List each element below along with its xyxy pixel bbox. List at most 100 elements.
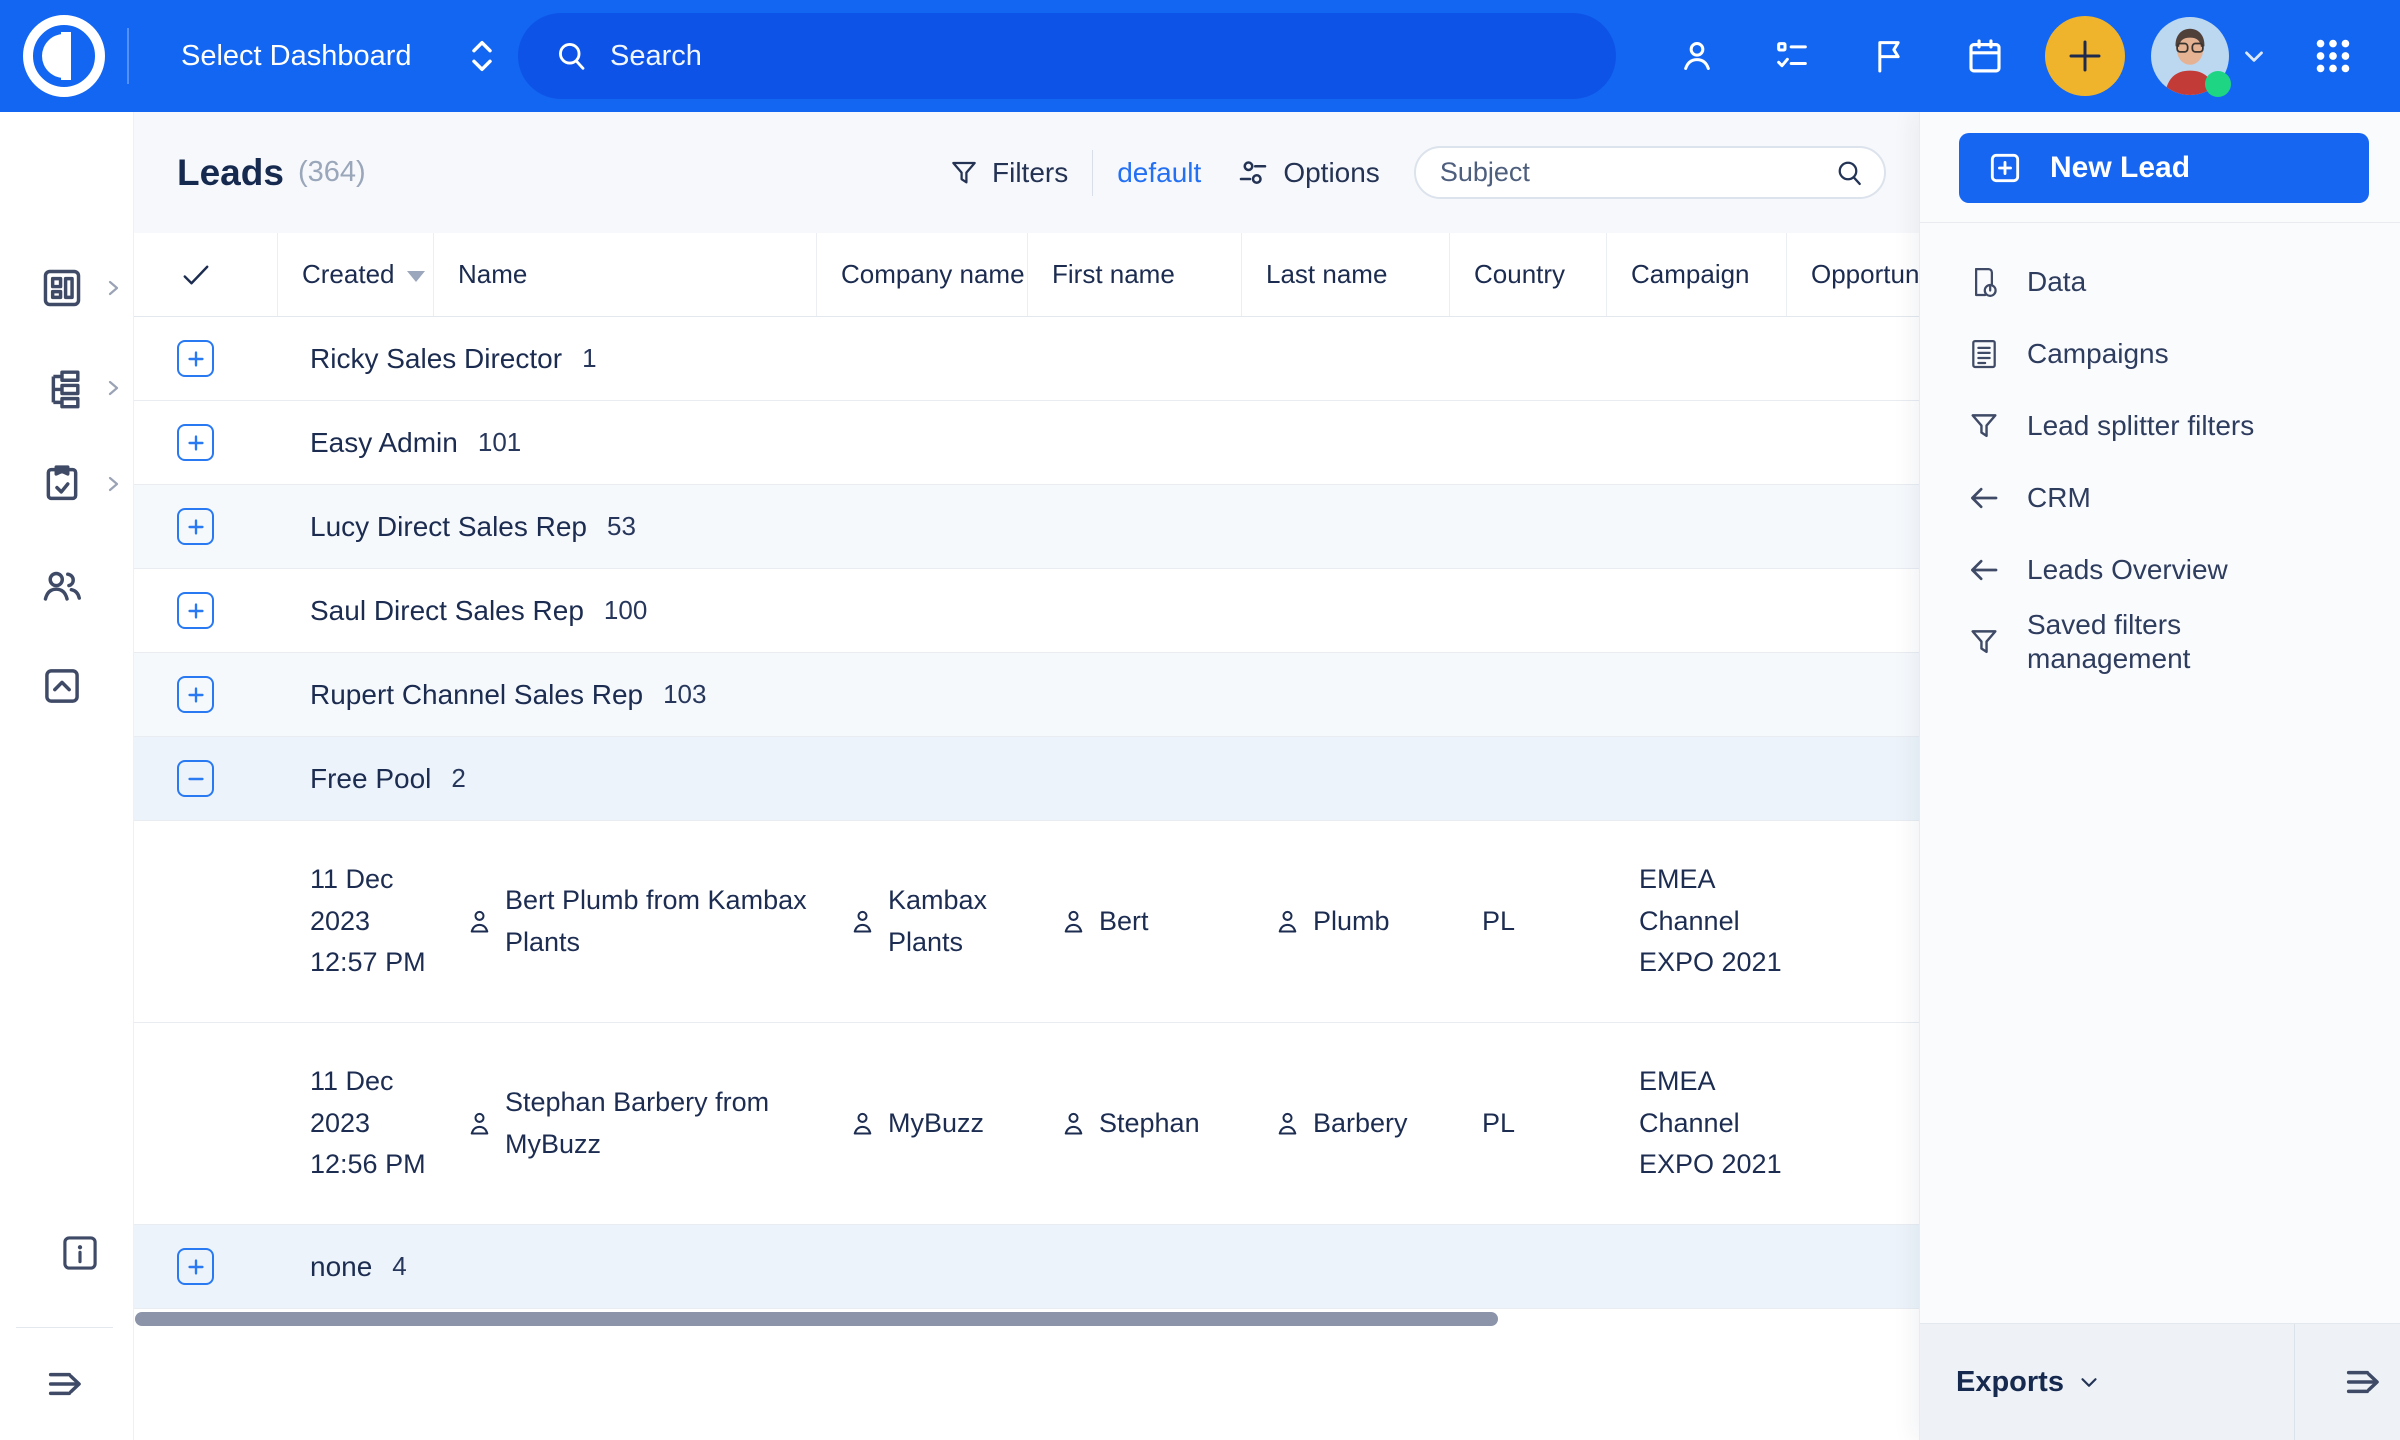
group-count: 1	[582, 343, 596, 374]
group-count: 4	[392, 1251, 406, 1282]
plus-icon	[185, 1256, 207, 1278]
goals-button[interactable]	[1869, 0, 1909, 112]
group-count: 103	[663, 679, 706, 710]
topbar-divider	[127, 28, 129, 84]
expand-group-button[interactable]	[177, 592, 214, 629]
column-header-first-name[interactable]: First name	[1028, 233, 1242, 316]
global-search[interactable]	[518, 13, 1616, 99]
exports-button[interactable]: Exports	[1956, 1366, 2102, 1399]
cell-name: Bert Plumb from Kambax Plants	[434, 880, 817, 964]
new-lead-label: New Lead	[2050, 151, 2190, 185]
grid-icon	[2310, 33, 2356, 79]
plus-icon	[185, 684, 207, 706]
plus-square-icon	[1986, 149, 2024, 187]
apps-grid-button[interactable]	[2310, 0, 2356, 112]
info-button[interactable]	[57, 1230, 103, 1276]
cell-first-name: Stephan	[1028, 1103, 1242, 1145]
sidebar-expand-button[interactable]	[42, 1361, 88, 1407]
sidebar-item-tasks[interactable]	[39, 461, 85, 507]
group-count: 101	[478, 427, 521, 458]
search-icon	[554, 38, 590, 74]
leads-count: (364)	[298, 156, 366, 189]
info-icon	[57, 1230, 103, 1276]
expand-group-button[interactable]	[177, 508, 214, 545]
sidebar-chevron-structure[interactable]	[103, 378, 123, 398]
expand-group-button[interactable]	[177, 676, 214, 713]
minus-icon	[185, 768, 207, 790]
collapse-group-button[interactable]	[177, 760, 214, 797]
cell-campaign: EMEA Channel EXPO 2021	[1607, 859, 1787, 985]
expand-group-button[interactable]	[177, 1248, 214, 1285]
group-row[interactable]: Easy Admin101	[134, 401, 1919, 485]
person-icon	[1274, 1109, 1301, 1138]
panel-collapse-button[interactable]	[2324, 1324, 2400, 1440]
horizontal-scrollbar[interactable]	[135, 1312, 1498, 1326]
panel-item-lead-splitter-filters[interactable]: Lead splitter filters	[1967, 390, 2367, 462]
chevron-down-icon	[2239, 41, 2269, 71]
group-row[interactable]: Lucy Direct Sales Rep53	[134, 485, 1919, 569]
sidebar-item-structure[interactable]	[39, 365, 85, 411]
sidebar-item-dashboards[interactable]	[39, 265, 85, 311]
check-icon	[178, 257, 214, 293]
contacts-button[interactable]	[1677, 0, 1717, 112]
panel-item-campaigns[interactable]: Campaigns	[1967, 318, 2367, 390]
column-header-name[interactable]: Name	[434, 233, 817, 316]
panel-item-crm[interactable]: CRM	[1967, 462, 2367, 534]
group-count: 53	[607, 511, 636, 542]
options-button[interactable]: Options	[1283, 157, 1380, 189]
dashboard-selector[interactable]: Select Dashboard	[181, 0, 498, 112]
sliders-icon	[1235, 155, 1271, 191]
column-header-company-name[interactable]: Company name	[817, 233, 1028, 316]
sidebar-item-archive[interactable]	[39, 663, 85, 709]
cell-company-name: MyBuzz	[817, 1103, 1028, 1145]
tasks-button[interactable]	[1772, 0, 1812, 112]
panel-item-data[interactable]: Data	[1967, 246, 2367, 318]
group-row[interactable]: Ricky Sales Director1	[134, 317, 1919, 401]
filterbar-divider	[1092, 150, 1093, 196]
panel-item-saved-filters-management[interactable]: Saved filters management	[1967, 606, 2367, 678]
cell-first-name: Bert	[1028, 901, 1242, 943]
chevron-down-icon	[2076, 1369, 2102, 1395]
cell-country: PL	[1450, 1103, 1607, 1145]
search-icon[interactable]	[1834, 157, 1866, 189]
person-icon	[1677, 36, 1717, 76]
expand-group-button[interactable]	[177, 340, 214, 377]
user-avatar[interactable]	[2151, 17, 2229, 95]
sidebar-chevron-tasks[interactable]	[103, 474, 123, 494]
group-row[interactable]: Free Pool2	[134, 737, 1919, 821]
avatar-menu-chevron[interactable]	[2239, 0, 2269, 112]
expand-group-button[interactable]	[177, 424, 214, 461]
top-bar: Select Dashboard	[0, 0, 2400, 112]
new-lead-button[interactable]: New Lead	[1959, 133, 2369, 203]
chevron-right-icon	[103, 278, 123, 298]
sidebar-chevron-dashboards[interactable]	[103, 278, 123, 298]
data-icon	[1967, 264, 2003, 300]
column-header-campaign[interactable]: Campaign	[1607, 233, 1787, 316]
filters-button[interactable]: Filters	[992, 157, 1068, 189]
group-row[interactable]: none4	[134, 1225, 1919, 1309]
cell-created: 11 Dec 2023 12:57 PM	[278, 859, 434, 985]
column-header-country[interactable]: Country	[1450, 233, 1607, 316]
quick-add-button[interactable]	[2045, 16, 2125, 96]
app-logo[interactable]	[18, 10, 110, 102]
column-header-created[interactable]: Created	[278, 233, 434, 316]
hierarchy-icon	[39, 365, 85, 411]
group-row[interactable]: Rupert Channel Sales Rep103	[134, 653, 1919, 737]
lead-row[interactable]: 11 Dec 2023 12:56 PMStephan Barbery from…	[134, 1023, 1919, 1225]
calendar-button[interactable]	[1964, 0, 2006, 112]
column-header-last-name[interactable]: Last name	[1242, 233, 1450, 316]
global-search-input[interactable]	[610, 40, 1580, 73]
group-row[interactable]: Saul Direct Sales Rep100	[134, 569, 1919, 653]
column-header-opportunity[interactable]: Opportunity	[1787, 233, 1919, 316]
unfold-icon	[466, 36, 498, 76]
sidebar-item-contacts[interactable]	[39, 563, 85, 609]
panel-item-leads-overview[interactable]: Leads Overview	[1967, 534, 2367, 606]
select-all-header[interactable]	[134, 233, 278, 316]
arrow-left-icon	[1967, 553, 2003, 587]
person-icon	[849, 1109, 876, 1138]
dashboard-icon	[39, 265, 85, 311]
subject-search-input[interactable]	[1414, 146, 1886, 199]
person-icon	[466, 1109, 493, 1138]
lead-row[interactable]: 11 Dec 2023 12:57 PMBert Plumb from Kamb…	[134, 821, 1919, 1023]
default-filter-link[interactable]: default	[1117, 157, 1201, 189]
